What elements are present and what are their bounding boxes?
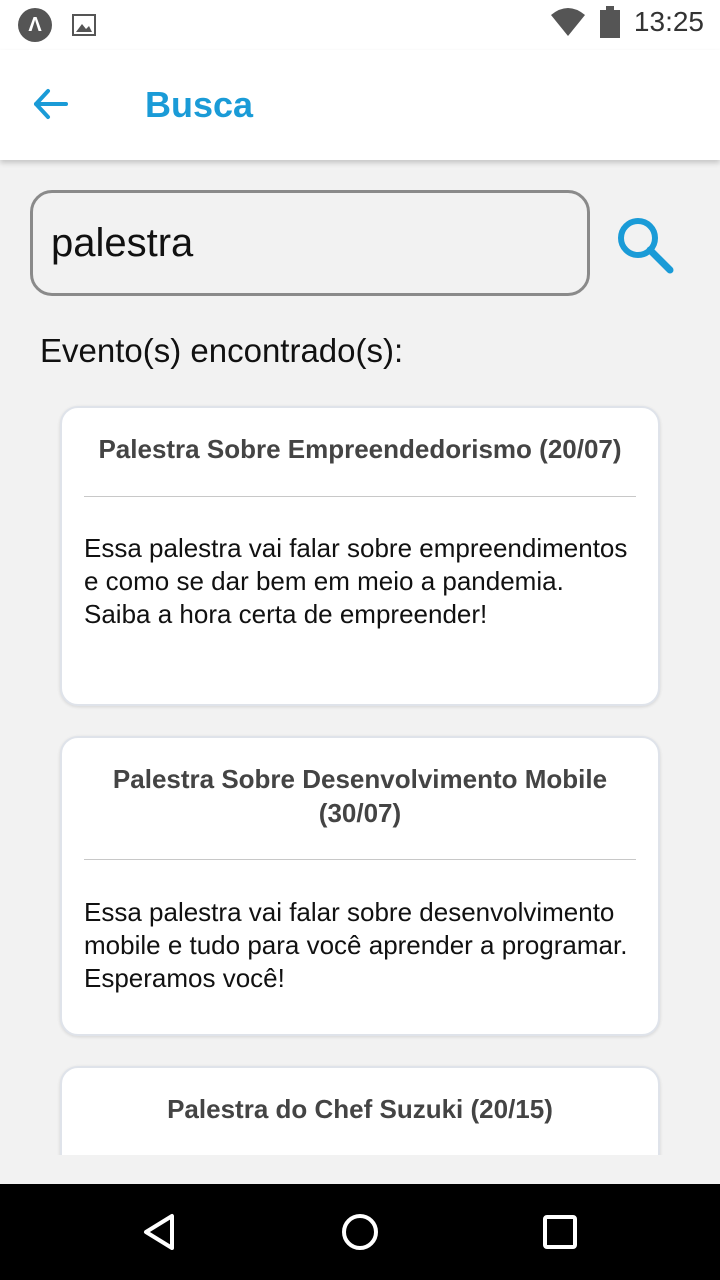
- status-bar: Λ 13:25: [0, 0, 720, 50]
- card-divider: [84, 496, 636, 497]
- event-card[interactable]: Palestra do Chef Suzuki (20/15): [60, 1066, 660, 1155]
- battery-icon: [599, 6, 620, 38]
- event-description: Essa palestra vai falar sobre desenvolvi…: [84, 897, 628, 993]
- status-bar-left: Λ: [18, 8, 96, 42]
- event-title: Palestra Sobre Desenvolvimento Mobile (3…: [112, 764, 608, 828]
- results-label: Evento(s) encontrado(s):: [40, 332, 404, 369]
- event-title: Palestra do Chef Suzuki (20/15): [167, 1094, 553, 1124]
- event-card[interactable]: Palestra Sobre Empreendedorismo (20/07) …: [60, 406, 660, 706]
- home-circle-icon[interactable]: [340, 1212, 380, 1252]
- recents-square-icon[interactable]: [540, 1212, 580, 1252]
- event-title: Palestra Sobre Empreendedorismo (20/07): [98, 434, 622, 464]
- back-arrow-icon[interactable]: [30, 84, 70, 124]
- app-badge-icon: Λ: [18, 8, 52, 42]
- status-bar-right: 13:25: [550, 6, 704, 38]
- main-content: palestra Evento(s) encontrado(s): Palest…: [0, 160, 720, 1155]
- system-nav-bar: [0, 1184, 720, 1280]
- app-bar: Busca: [0, 50, 720, 160]
- back-triangle-icon[interactable]: [140, 1212, 180, 1252]
- wifi-icon: [550, 8, 585, 36]
- search-input[interactable]: palestra: [30, 190, 590, 296]
- page-title: Busca: [145, 84, 254, 125]
- event-description: Essa palestra vai falar sobre empreendim…: [84, 533, 628, 629]
- event-card[interactable]: Palestra Sobre Desenvolvimento Mobile (3…: [60, 736, 660, 1036]
- search-icon[interactable]: [612, 212, 678, 278]
- card-divider: [84, 859, 636, 860]
- image-icon: [72, 14, 96, 36]
- status-time: 13:25: [633, 6, 704, 37]
